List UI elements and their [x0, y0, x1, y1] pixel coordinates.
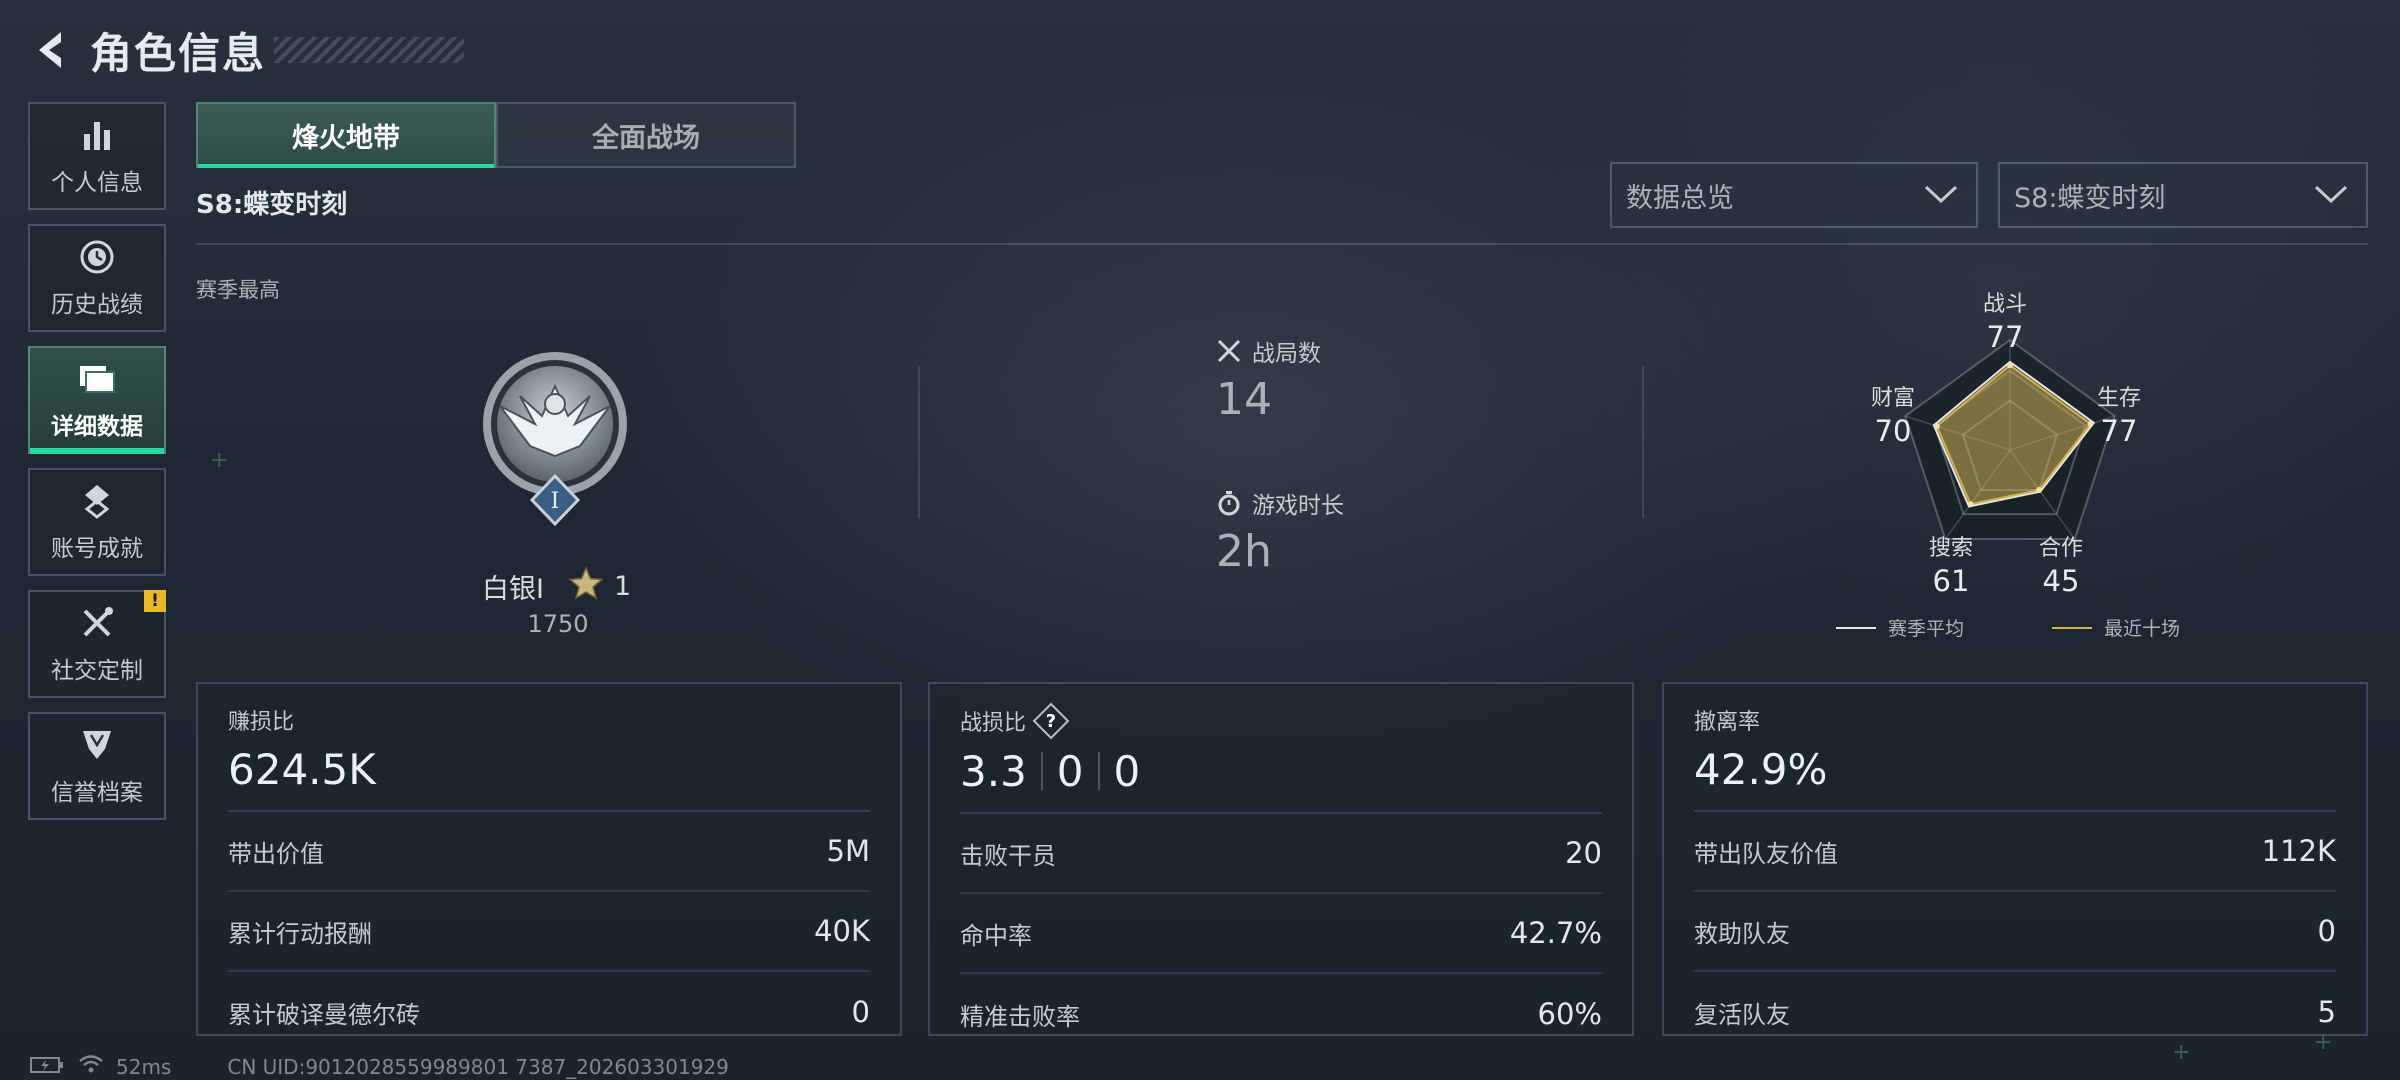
- sidebar-item-history[interactable]: 历史战绩: [28, 224, 166, 332]
- achievement-icon: [77, 481, 117, 521]
- crossed-swords-icon: [1216, 338, 1242, 364]
- radar-label-survival: 生存 77: [2096, 386, 2141, 448]
- back-arrow-icon[interactable]: [28, 25, 70, 75]
- sidebar-item-label: 账号成就: [51, 536, 143, 562]
- folder-icon: [77, 359, 117, 399]
- stat-row: 带出价值 5M: [228, 812, 870, 892]
- shield-icon: [77, 725, 117, 765]
- rank-score: 1750: [527, 610, 589, 638]
- tools-icon: [77, 603, 117, 643]
- matches-stat: 战局数 14: [1216, 334, 1321, 425]
- season-best-label: 赛季最高: [196, 278, 280, 302]
- rank-name: 白银I: [482, 574, 544, 605]
- page-header: 角色信息: [28, 20, 465, 80]
- stat-row: 击败干员 20: [960, 814, 1602, 894]
- help-icon[interactable]: ?: [1034, 704, 1068, 738]
- tab-full-battlefield[interactable]: 全面战场: [496, 102, 796, 168]
- stat-row: 累计破译曼德尔砖 0: [228, 995, 870, 1029]
- sidebar-item-label: 社交定制: [51, 658, 143, 684]
- card-title: 撤离率: [1694, 710, 1761, 735]
- legend-line-gold: [2052, 626, 2092, 629]
- chevron-down-icon: [1924, 180, 1958, 211]
- stat-row: 复活队友 5: [1694, 995, 2336, 1029]
- mode-tabs: 烽火地带 全面战场: [196, 102, 796, 168]
- bar-chart-icon: [77, 115, 117, 155]
- radar-label-wealth: 财富 70: [1870, 386, 1915, 448]
- history-clock-icon: [77, 237, 117, 277]
- playtime-label: 游戏时长: [1252, 493, 1344, 519]
- tab-extraction-zone[interactable]: 烽火地带: [196, 102, 496, 168]
- stat-row: 命中率 42.7%: [960, 894, 1602, 974]
- legend-line-white: [1836, 626, 1876, 629]
- playtime-value: 2h: [1216, 526, 1272, 577]
- battery-icon: [30, 1055, 64, 1079]
- rank-emblem: I: [480, 346, 630, 527]
- section-divider: [1642, 366, 1644, 518]
- emblem-numeral: I: [551, 489, 560, 514]
- sidebar-item-achievements[interactable]: 账号成就: [28, 468, 166, 576]
- sidebar-item-label: 历史战绩: [51, 292, 143, 318]
- extraction-card: 撤离率 42.9% 带出队友价值 112K 救助队友 0 复活队友 5: [1662, 682, 2368, 1036]
- dropdown-value: 数据总览: [1626, 182, 1734, 214]
- matches-value: 14: [1216, 374, 1272, 425]
- playtime-stat: 游戏时长 2h: [1216, 486, 1344, 577]
- chevron-down-icon: [2314, 180, 2348, 211]
- title-stripes-decoration: [274, 37, 465, 63]
- radar-label-cooperation: 合作 45: [2038, 536, 2083, 598]
- stat-row: 累计行动报酬 40K: [228, 892, 870, 972]
- card-title: 战损比 ?: [960, 704, 1602, 738]
- sidebar: 个人信息 历史战绩 详细数据 账号成就 ! 社交定制 信誉档案: [28, 102, 166, 834]
- season-dropdown[interactable]: S8:蝶变时刻: [1998, 162, 2368, 228]
- user-uid: CN UID:9012028559989801 7387_20260330192…: [227, 1054, 729, 1079]
- legend-recent-ten: 最近十场: [2052, 614, 2180, 641]
- rank-row: 白银I 1: [482, 566, 631, 607]
- legend-season-average: 赛季平均: [1836, 614, 1964, 641]
- sidebar-item-label: 详细数据: [51, 414, 143, 440]
- radar-point: [1967, 501, 1974, 508]
- sidebar-item-social-custom[interactable]: ! 社交定制: [28, 590, 166, 698]
- sidebar-item-label: 信誉档案: [51, 780, 143, 806]
- card-title: 赚损比: [228, 710, 295, 735]
- matches-label: 战局数: [1252, 341, 1321, 367]
- stat-row: 精准击败率 60%: [960, 997, 1602, 1031]
- notification-badge: !: [144, 590, 166, 612]
- radar-point: [2007, 362, 2013, 369]
- sidebar-item-detailed-data[interactable]: 详细数据: [28, 346, 166, 454]
- stopwatch-icon: [1216, 490, 1242, 516]
- sidebar-item-personal-info[interactable]: 个人信息: [28, 102, 166, 210]
- profit-card: 赚损比 624.5K 带出价值 5M 累计行动报酬 40K 累计破译曼德尔砖 0: [196, 682, 902, 1036]
- wifi-icon: [78, 1054, 104, 1079]
- card-main-value: 42.9%: [1694, 744, 1828, 794]
- stat-row: 带出队友价值 112K: [1694, 812, 2336, 892]
- crosshair-decoration: +: [210, 448, 229, 473]
- sidebar-item-label: 个人信息: [51, 170, 143, 196]
- season-title: S8:蝶变时刻: [196, 190, 348, 220]
- dropdown-value: S8:蝶变时刻: [2014, 182, 2166, 214]
- radar-point: [2036, 487, 2043, 494]
- header-divider: [196, 243, 2368, 245]
- star-icon: [568, 566, 604, 607]
- status-footer: 52ms CN UID:9012028559989801 7387_202603…: [30, 1054, 729, 1079]
- rank-stars: 1: [613, 571, 632, 602]
- sidebar-item-reputation[interactable]: 信誉档案: [28, 712, 166, 820]
- ping-value: 52ms: [116, 1054, 172, 1079]
- card-main-value: 624.5K: [228, 744, 376, 794]
- radar-label-combat: 战斗 77: [1982, 292, 2027, 354]
- section-divider: [918, 366, 920, 518]
- page-title: 角色信息: [90, 28, 267, 78]
- stat-row: 救助队友 0: [1694, 892, 2336, 972]
- kd-card: 战损比 ? 3.3 0 0 击败干员 20 命中率 42.7% 精准击败率 60%: [928, 682, 1634, 1036]
- card-main-value: 3.3 0 0: [960, 746, 1141, 796]
- view-dropdown[interactable]: 数据总览: [1610, 162, 1978, 228]
- radar-label-search: 搜索 61: [1928, 536, 1973, 598]
